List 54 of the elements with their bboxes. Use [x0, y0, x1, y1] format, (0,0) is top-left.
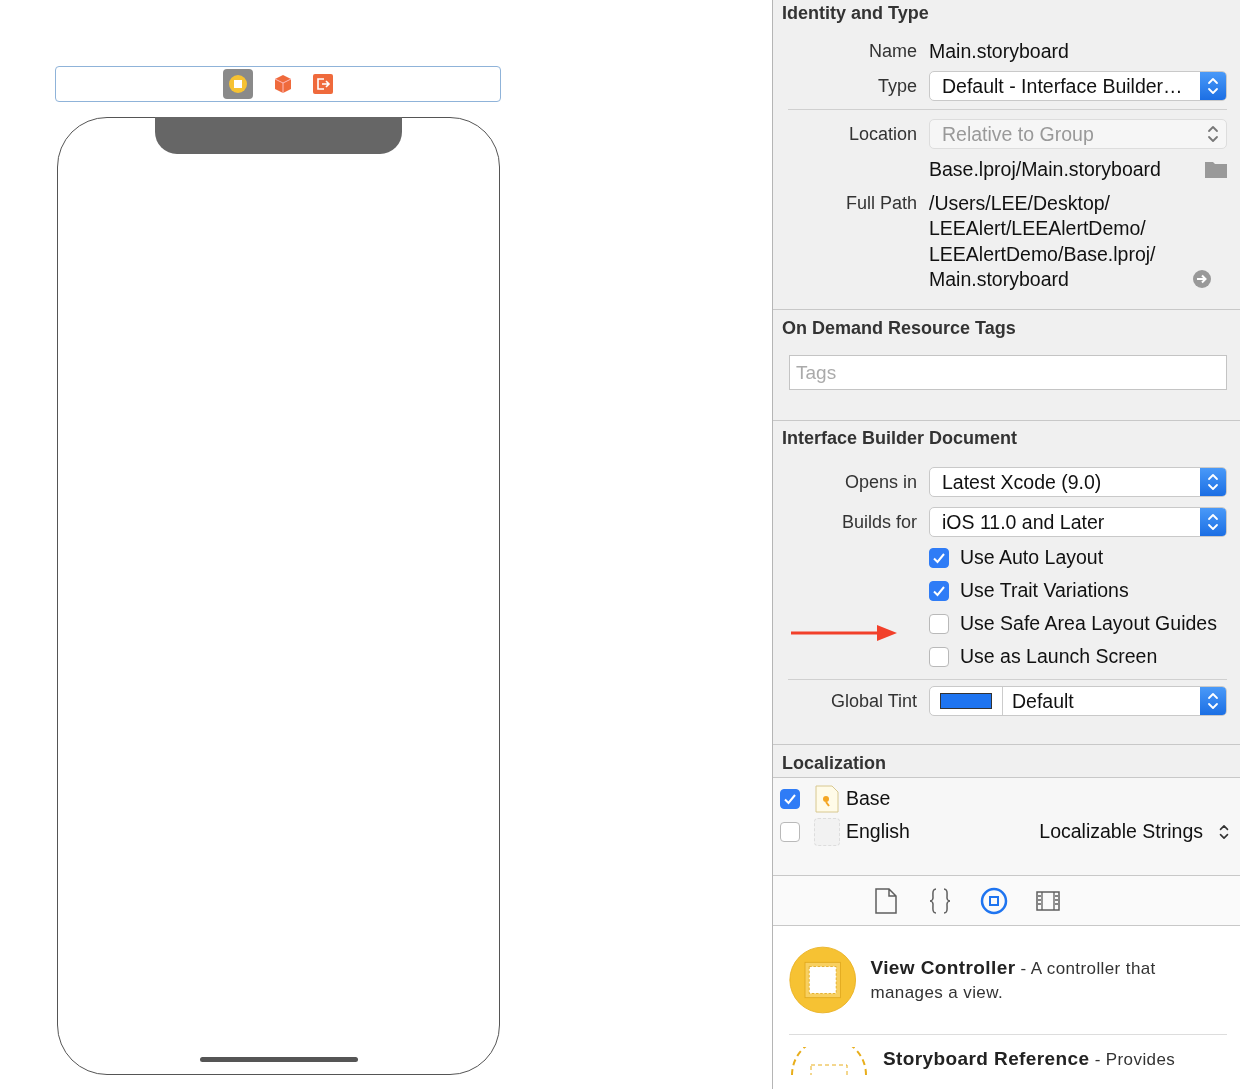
tags-field[interactable]: Tags	[789, 355, 1227, 391]
view-controller-icon[interactable]	[223, 69, 253, 99]
library-item-description: Storyboard Reference - Provides	[883, 1047, 1176, 1071]
field-label: Location	[847, 123, 917, 145]
storyboard-file-icon	[814, 784, 840, 813]
chevron-icon	[1205, 472, 1221, 493]
chevron-icon	[1205, 76, 1221, 96]
checkbox[interactable]	[780, 821, 800, 842]
chevron-icon	[1205, 124, 1221, 144]
path-line: LEEAlertDemo/Base.lproj/	[929, 241, 1156, 267]
folder-icon[interactable]	[1205, 160, 1227, 178]
global-tint-popup[interactable]: Default	[929, 686, 1227, 717]
relative-path: Base.lproj/Main.storyboard	[929, 157, 1161, 181]
option-label: Use Trait Variations	[960, 579, 1129, 603]
section-title: Identity and Type	[782, 2, 930, 25]
file-icon	[875, 887, 897, 914]
field-label: Name	[868, 40, 917, 62]
checkbox[interactable]	[780, 788, 800, 809]
file-name: Main.storyboard	[929, 39, 1070, 63]
checkbox[interactable]	[929, 646, 949, 667]
exit-icon[interactable]	[313, 74, 333, 94]
type-popup[interactable]: Default - Interface Builder…	[929, 71, 1227, 101]
object-icon	[980, 886, 1008, 915]
chevron-icon	[1205, 691, 1221, 712]
path-line: Main.storyboard	[929, 266, 1070, 292]
library-item-description: View Controller - A controller that manages a view.	[870, 955, 1157, 1004]
opens-in-popup[interactable]: Latest Xcode (9.0)	[929, 467, 1227, 498]
option-label: Use Safe Area Layout Guides	[960, 612, 1217, 636]
path-line: LEEAlert/LEEAlertDemo/	[929, 216, 1147, 242]
option-label: Use Auto Layout	[960, 546, 1104, 570]
cube-icon[interactable]	[273, 74, 293, 94]
checkbox[interactable]	[929, 613, 949, 634]
language-name: Base	[846, 787, 891, 811]
checkbox[interactable]	[929, 547, 949, 568]
section-title: Interface Builder Document	[782, 427, 1019, 451]
section-title: Localization	[782, 752, 887, 776]
section-title: On Demand Resource Tags	[782, 317, 1017, 341]
file-type-popup[interactable]: Localizable Strings	[1039, 820, 1231, 844]
builds-for-popup[interactable]: iOS 11.0 and Later	[929, 507, 1227, 538]
braces-icon	[929, 887, 951, 914]
path-line: /Users/LEE/Desktop/	[929, 191, 1111, 216]
option-label: Use as Launch Screen	[960, 645, 1158, 669]
film-icon	[1036, 890, 1060, 911]
field-label: Global Tint	[829, 690, 917, 712]
field-label: Type	[876, 75, 917, 97]
checkbox[interactable]	[929, 580, 949, 601]
field-label: Builds for	[840, 511, 917, 533]
chevron-icon	[1205, 512, 1221, 533]
field-label: Opens in	[843, 471, 917, 493]
language-name: English	[846, 820, 910, 844]
storyboard-reference-icon	[789, 1047, 869, 1075]
field-label: Full Path	[844, 192, 917, 215]
arrow-circle-icon[interactable]	[1193, 270, 1211, 289]
empty-file-icon	[814, 817, 840, 846]
